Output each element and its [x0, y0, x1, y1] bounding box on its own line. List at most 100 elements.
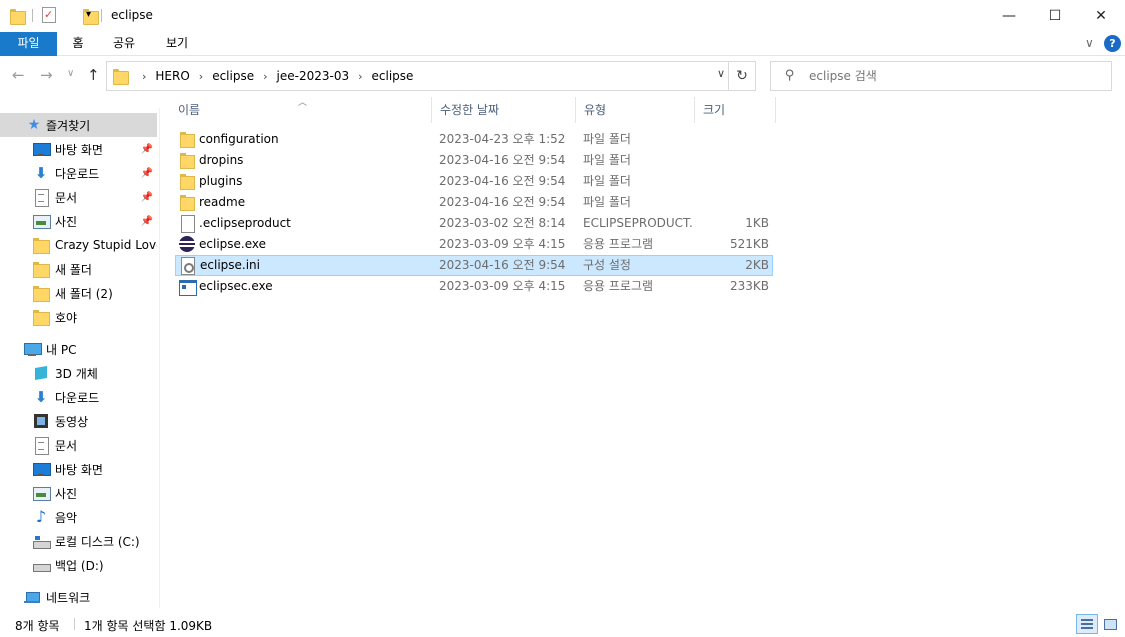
nav-item-videos[interactable]: 동영상	[0, 409, 157, 433]
file-name: .eclipseproduct	[199, 216, 291, 230]
column-header: 이름 수정한 날짜 유형 크기	[170, 97, 780, 123]
search-box[interactable]: ⚲	[770, 61, 1112, 91]
window-title: eclipse	[111, 8, 153, 22]
file-name: configuration	[199, 132, 279, 146]
nav-item-desktop-pinned[interactable]: 바탕 화면 📌	[0, 137, 157, 161]
file-row[interactable]: configuration 2023-04-23 오후 1:52 파일 폴더	[175, 129, 773, 150]
file-row[interactable]: plugins 2023-04-16 오전 9:54 파일 폴더	[175, 171, 773, 192]
customize-toolbar-icon[interactable]: ▾	[86, 9, 91, 20]
nav-item-documents[interactable]: 문서	[0, 433, 157, 457]
column-type[interactable]: 유형	[576, 97, 695, 123]
folder-icon	[33, 237, 50, 254]
file-date: 2023-04-23 오후 1:52	[439, 132, 566, 146]
nav-item-downloads-pinned[interactable]: ⬇ 다운로드 📌	[0, 161, 157, 185]
file-row[interactable]: .eclipseproduct 2023-03-02 오전 8:14 ECLIP…	[175, 213, 773, 234]
nav-item-drive-c[interactable]: 로컬 디스크 (C:)	[0, 529, 157, 553]
nav-item-pictures-pinned[interactable]: 사진 📌	[0, 209, 157, 233]
breadcrumb-jee[interactable]: jee-2023-03	[277, 69, 350, 83]
breadcrumb-separator: ›	[142, 69, 147, 83]
nav-network[interactable]: 네트워크	[0, 585, 157, 609]
nav-item-music[interactable]: ♪ 음악	[0, 505, 157, 529]
file-name: eclipsec.exe	[199, 279, 273, 293]
file-type: 파일 폴더	[583, 132, 631, 146]
pin-icon: 📌	[140, 215, 153, 227]
nav-quick-access[interactable]: ★ 즐겨찾기	[0, 113, 157, 137]
column-name[interactable]: 이름	[170, 97, 432, 123]
folder-icon	[10, 8, 26, 25]
nav-item-pictures[interactable]: 사진	[0, 481, 157, 505]
nav-label: 새 폴더	[55, 262, 92, 277]
breadcrumb-eclipse[interactable]: eclipse	[212, 69, 254, 83]
nav-item-drive-d[interactable]: 백업 (D:)	[0, 553, 157, 577]
minimize-button[interactable]: —	[986, 0, 1032, 32]
nav-item-downloads[interactable]: ⬇ 다운로드	[0, 385, 157, 409]
tab-share[interactable]: 공유	[104, 32, 144, 56]
nav-item-crazy-stupid-love[interactable]: Crazy Stupid Love.	[0, 233, 157, 257]
pin-icon: 📌	[140, 143, 153, 155]
large-icons-view-button[interactable]	[1099, 614, 1121, 634]
desktop-icon	[33, 461, 51, 477]
pin-icon: 📌	[140, 191, 153, 203]
breadcrumb-hero[interactable]: HERO	[155, 69, 189, 83]
maximize-icon: ☐	[1048, 8, 1062, 24]
breadcrumb-separator[interactable]: ›	[358, 70, 362, 83]
column-size[interactable]: 크기	[695, 97, 776, 123]
folder-icon	[33, 285, 50, 302]
file-row[interactable]: readme 2023-04-16 오전 9:54 파일 폴더	[175, 192, 773, 213]
search-input[interactable]	[809, 62, 1099, 90]
maximize-button[interactable]: ☐	[1032, 0, 1078, 32]
folder-icon	[179, 194, 195, 211]
nav-item-new-folder-2[interactable]: 새 폴더 (2)	[0, 281, 157, 305]
picture-icon	[33, 213, 51, 229]
folder-icon	[33, 261, 50, 278]
video-icon	[33, 413, 49, 429]
address-bar[interactable]: › HERO › eclipse › jee-2023-03 › eclipse…	[106, 61, 756, 91]
item-count: 8개 항목	[15, 619, 60, 633]
file-name: dropins	[199, 153, 244, 167]
tab-file[interactable]: 파일	[0, 32, 57, 56]
nav-this-pc[interactable]: 내 PC	[0, 337, 157, 361]
breadcrumb-separator[interactable]: ›	[263, 70, 267, 83]
breadcrumb-current[interactable]: eclipse	[372, 69, 414, 83]
recent-locations-icon[interactable]: ∨	[67, 68, 74, 79]
selection-info: 1개 항목 선택함 1.09KB	[84, 619, 213, 633]
details-view-button[interactable]	[1076, 614, 1098, 634]
drive-d-icon	[33, 557, 51, 573]
file-row[interactable]: dropins 2023-04-16 오전 9:54 파일 폴더	[175, 150, 773, 171]
file-row[interactable]: eclipse.exe 2023-03-09 오후 4:15 응용 프로그램 5…	[175, 234, 773, 255]
address-dropdown-icon[interactable]: ∨	[717, 67, 725, 80]
nav-item-new-folder[interactable]: 새 폴더	[0, 257, 157, 281]
up-icon[interactable]: ↑	[87, 66, 100, 84]
nav-label: 음악	[55, 510, 78, 525]
refresh-button[interactable]: ↻	[728, 61, 756, 91]
desktop-icon	[33, 141, 51, 157]
help-icon[interactable]: ?	[1104, 35, 1121, 52]
ribbon-collapse-icon[interactable]: ∨	[1085, 36, 1094, 50]
file-type: ECLIPSEPRODUCT...	[583, 216, 693, 230]
navigation-pane: ★ 즐겨찾기 바탕 화면 📌 ⬇ 다운로드 📌 문서 📌 사진 📌 Crazy …	[0, 108, 160, 608]
file-row-selected[interactable]: eclipse.ini 2023-04-16 오전 9:54 구성 설정 2KB	[175, 255, 773, 276]
nav-item-documents-pinned[interactable]: 문서 📌	[0, 185, 157, 209]
nav-item-hoya[interactable]: 호야	[0, 305, 157, 329]
breadcrumb-separator[interactable]: ›	[199, 70, 203, 83]
details-view-icon	[1081, 619, 1093, 629]
nav-item-desktop[interactable]: 바탕 화면	[0, 457, 157, 481]
tab-home[interactable]: 홈	[62, 32, 94, 56]
nav-label: 사진	[55, 486, 78, 501]
tab-view[interactable]: 보기	[157, 32, 197, 56]
nav-item-3d-objects[interactable]: 3D 개체	[0, 361, 157, 385]
folder-icon	[179, 131, 195, 148]
download-icon: ⬇	[34, 164, 48, 182]
divider	[32, 9, 33, 22]
search-icon: ⚲	[785, 68, 795, 83]
column-date-modified[interactable]: 수정한 날짜	[432, 97, 576, 123]
properties-check-icon[interactable]: ✓	[42, 7, 56, 23]
file-row[interactable]: eclipsec.exe 2023-03-09 오후 4:15 응용 프로그램 …	[175, 276, 773, 297]
title-bar: ✓ ▾ eclipse — ☐ ✕	[0, 0, 1125, 32]
close-button[interactable]: ✕	[1078, 0, 1124, 32]
back-icon[interactable]: ←	[12, 66, 25, 84]
file-type: 파일 폴더	[583, 195, 631, 209]
forward-icon[interactable]: →	[40, 66, 53, 84]
file-name: plugins	[199, 174, 243, 188]
nav-label: 호야	[55, 310, 78, 325]
